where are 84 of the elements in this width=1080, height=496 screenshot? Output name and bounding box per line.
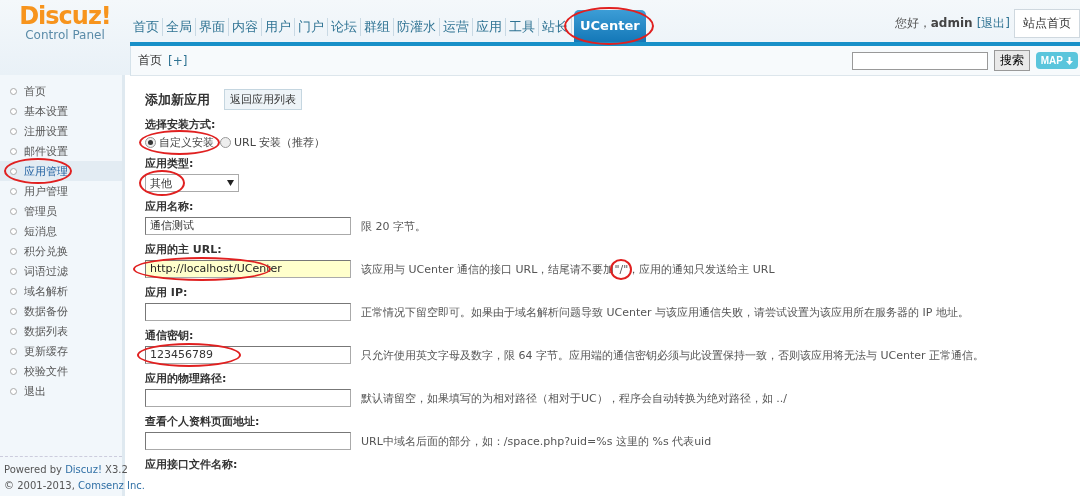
bullet-icon (10, 267, 17, 275)
nav-tab[interactable]: 首页 (130, 18, 163, 36)
logo-subtitle: Control Panel (25, 28, 105, 42)
nav-tab[interactable]: 应用 (473, 18, 506, 36)
hint-text: 默认请留空，如果填写的为相对路径（相对于UC），程序会自动转换为绝对路径，如 ../ (361, 390, 787, 406)
bullet-icon (10, 347, 17, 355)
sidebar-item[interactable]: 应用管理 (0, 161, 122, 181)
nav-tab[interactable]: 群组 (361, 18, 394, 36)
copyright-text: © 2001-2013, Comsenz Inc. (4, 480, 145, 491)
nav-tab[interactable]: 内容 (229, 18, 262, 36)
field-label: 应用类型: (145, 156, 195, 172)
bullet-icon (10, 287, 17, 295)
nav-tab[interactable]: 界面 (196, 18, 229, 36)
sidebar-item[interactable]: 邮件设置 (0, 141, 122, 161)
field-label: 应用的物理路径: (145, 371, 228, 387)
greeting-text: 您好，admin (894, 15, 973, 32)
sidebar-item[interactable]: 管理员 (0, 201, 122, 221)
bullet-icon (10, 127, 17, 135)
hint-text: 只允许使用英文字母及数字，限 64 字节。应用端的通信密钥必须与此设置保持一致，否则该应用将无法与 UCenter 正常通信。 (361, 347, 985, 363)
bullet-icon (10, 247, 17, 255)
breadcrumb-link[interactable]: 首页 (138, 52, 162, 69)
bullet-icon (10, 187, 17, 195)
sidebar-item[interactable]: 短消息 (0, 221, 122, 241)
bullet-icon (10, 107, 17, 115)
nav-tab[interactable]: 工具 (506, 18, 539, 36)
bullet-icon (10, 227, 17, 235)
sidebar-item[interactable]: 基本设置 (0, 101, 122, 121)
input-field[interactable] (145, 432, 351, 450)
sidebar-item[interactable]: 首页 (0, 81, 122, 101)
sidebar-item[interactable]: 积分兑换 (0, 241, 122, 261)
bullet-icon (10, 167, 17, 175)
nav-tab[interactable]: UCenter (574, 10, 646, 42)
sidebar-item[interactable]: 数据备份 (0, 301, 122, 321)
bullet-icon (10, 207, 17, 215)
nav-tab[interactable]: 门户 (295, 18, 328, 36)
powered-by-text: Powered by Discuz! X3.2 (4, 464, 128, 475)
bullet-icon (10, 327, 17, 335)
field-label: 通信密钥: (145, 328, 195, 344)
sidebar-item[interactable]: 注册设置 (0, 121, 122, 141)
field-label: 查看个人资料页面地址: (145, 414, 261, 430)
bullet-icon (10, 147, 17, 155)
field-label: 应用接口文件名称: (145, 457, 239, 473)
input-field[interactable]: 123456789 (145, 346, 351, 364)
nav-tab[interactable]: 全局 (163, 18, 196, 36)
form-title: 添加新应用 (145, 90, 210, 109)
input-field[interactable] (145, 389, 351, 407)
nav-tab[interactable]: 论坛 (328, 18, 361, 36)
dropdown-arrow-icon (227, 180, 234, 186)
discuz-link[interactable]: Discuz! (65, 464, 102, 475)
back-button[interactable]: 返回应用列表 (224, 89, 302, 110)
search-button[interactable]: 搜索 (993, 50, 1030, 71)
field-label: 应用 IP: (145, 285, 189, 301)
input-field[interactable] (145, 303, 351, 321)
hint-text: 限 20 字节。 (361, 218, 426, 234)
input-field[interactable]: 通信测试 (145, 217, 351, 235)
logo-title: Discuz! (19, 4, 111, 28)
field-label: 应用名称: (145, 199, 195, 215)
sidebar-item[interactable]: 退出 (0, 381, 122, 401)
nav-tab[interactable]: 防灌水 (394, 18, 440, 36)
type-dropdown[interactable]: 其他 (145, 174, 239, 192)
field-label: 选择安装方式: (145, 117, 217, 133)
sidebar-item[interactable]: 数据列表 (0, 321, 122, 341)
sidebar-item[interactable]: 词语过滤 (0, 261, 122, 281)
sidebar-item[interactable]: 校验文件 (0, 361, 122, 381)
nav-tab[interactable]: 用户 (262, 18, 295, 36)
bullet-icon (10, 367, 17, 375)
nav-tab[interactable]: 运营 (440, 18, 473, 36)
sidebar-item[interactable]: 更新缓存 (0, 341, 122, 361)
sidebar-item[interactable]: 用户管理 (0, 181, 122, 201)
bullet-icon (10, 387, 17, 395)
site-menu[interactable]: 站点首页 (1014, 9, 1080, 38)
radio-option[interactable]: 自定义安装 (145, 134, 214, 150)
hint-text: URL中域名后面的部分，如：/space.php?uid=%s 这里的 %s 代表uid (361, 433, 712, 449)
sidebar-item[interactable]: 域名解析 (0, 281, 122, 301)
arrow-down-icon (1066, 56, 1073, 65)
hint-text: 正常情况下留空即可。如果由于域名解析问题导致 UCenter 与该应用通信失败，请尝试设置为该应用所在服务器的 IP 地址。 (361, 304, 969, 320)
bullet-icon (10, 87, 17, 95)
add-link[interactable]: [+] (168, 53, 188, 68)
field-label: 应用的主 URL: (145, 242, 223, 258)
bullet-icon (10, 307, 17, 315)
radio-option[interactable]: URL 安装（推荐） (220, 134, 326, 150)
comsenz-link[interactable]: Comsenz Inc. (78, 480, 145, 491)
search-field[interactable] (851, 51, 988, 70)
logout-link[interactable]: [退出] (976, 15, 1010, 32)
